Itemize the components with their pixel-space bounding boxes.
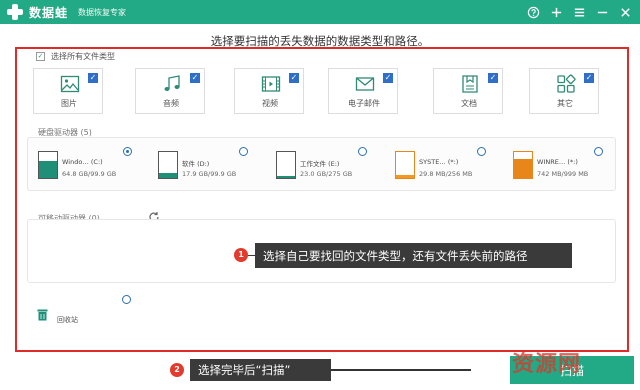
step-1-badge: 1 <box>234 248 248 262</box>
close-icon[interactable] <box>616 2 634 22</box>
drive-usage-fill <box>159 173 177 178</box>
drive-d[interactable]: 软件 (D:) 17.9 GB/99.9 GB <box>158 146 276 186</box>
drive-size: 17.9 GB/99.9 GB <box>182 170 237 178</box>
drive-system[interactable]: SYSTE… (*:) 29.8 MB/256 MB <box>395 146 513 186</box>
video-icon <box>261 76 281 92</box>
drive-icon <box>38 151 58 179</box>
drive-usage-fill <box>396 174 414 178</box>
other-icon <box>557 74 576 93</box>
type-label: 其它 <box>557 99 573 108</box>
title-bar: 数据蛙 数据恢复专家 <box>0 0 640 24</box>
checkbox-icon[interactable]: ✓ <box>88 73 98 83</box>
checkbox-icon: ✓ <box>36 52 45 61</box>
app-logo: 数据蛙 <box>6 3 68 21</box>
drive-name: SYSTE… (*:) <box>419 158 459 166</box>
type-card-document[interactable]: ✓ 文档 <box>433 68 503 114</box>
type-label: 视频 <box>262 99 278 108</box>
step-2-annotation: 选择完毕后“扫描” <box>190 359 331 381</box>
drive-usage-fill <box>277 175 295 178</box>
select-all-label: 选择所有文件类型 <box>51 52 115 61</box>
drive-name: Windo… (C:) <box>62 158 103 166</box>
drive-system-radio[interactable] <box>477 147 486 156</box>
type-card-image[interactable]: ✓ 图片 <box>33 68 103 114</box>
checkbox-icon[interactable]: ✓ <box>289 73 299 83</box>
app-name: 数据蛙 <box>29 5 69 20</box>
drive-size: 64.8 GB/99.9 GB <box>62 170 117 178</box>
email-icon <box>355 77 375 91</box>
type-label: 电子邮件 <box>348 99 380 108</box>
type-card-email[interactable]: ✓ 电子邮件 <box>328 68 398 114</box>
audio-icon <box>164 75 180 91</box>
checkbox-icon[interactable]: ✓ <box>190 73 200 83</box>
type-label: 音频 <box>163 99 179 108</box>
drive-icon <box>158 151 178 179</box>
step-2-badge: 2 <box>170 363 184 377</box>
minimize-icon[interactable] <box>593 2 611 22</box>
type-card-audio[interactable]: ✓ 音频 <box>135 68 205 114</box>
checkbox-icon[interactable]: ✓ <box>584 73 594 83</box>
recycle-bin-label: 回收站 <box>57 316 78 324</box>
type-label: 图片 <box>61 99 77 108</box>
window-controls <box>524 2 634 22</box>
drive-size: 23.0 GB/275 GB <box>300 170 353 178</box>
drive-icon <box>395 151 415 179</box>
drive-c-radio[interactable] <box>123 147 132 156</box>
recycle-bin-radio[interactable] <box>122 295 131 304</box>
type-card-other[interactable]: ✓ 其它 <box>529 68 599 114</box>
drive-d-radio[interactable] <box>239 147 248 156</box>
select-all-checkbox[interactable]: ✓ 选择所有文件类型 <box>36 51 115 62</box>
drive-usage-fill <box>39 161 57 178</box>
drive-icon <box>513 151 533 179</box>
checkbox-icon[interactable]: ✓ <box>383 73 393 83</box>
scan-button[interactable]: 扫描 <box>510 356 634 384</box>
document-icon <box>462 75 478 93</box>
type-card-video[interactable]: ✓ 视频 <box>234 68 304 114</box>
disk-panel: Windo… (C:) 64.8 GB/99.9 GB 软件 (D:) 17.9… <box>27 137 616 191</box>
drive-name: 工作文件 (E:) <box>300 160 340 168</box>
drive-name: WINRE… (*:) <box>537 158 578 166</box>
drive-icon <box>276 151 296 179</box>
logo-cross-icon <box>6 3 24 21</box>
app-subtitle: 数据恢复专家 <box>78 7 127 17</box>
recycle-bin-icon[interactable] <box>37 309 48 321</box>
drive-winre[interactable]: WINRE… (*:) 742 MB/999 MB <box>513 146 631 186</box>
type-label: 文档 <box>461 99 477 108</box>
step-1-annotation: 选择自己要找回的文件类型，还有文件丢失前的路径 <box>255 243 572 268</box>
image-icon <box>60 75 80 93</box>
file-type-list: ✓ 图片 ✓ 音频 ✓ 视频 ✓ 电子邮件 ✓ 文档 ✓ 其它 <box>33 68 613 114</box>
drive-usage-fill <box>514 158 532 178</box>
drive-winre-radio[interactable] <box>594 147 603 156</box>
plus-icon[interactable] <box>547 2 565 22</box>
drive-size: 29.8 MB/256 MB <box>419 170 473 178</box>
drive-e[interactable]: 工作文件 (E:) 23.0 GB/275 GB <box>276 146 394 186</box>
drive-name: 软件 (D:) <box>182 160 210 168</box>
drive-e-radio[interactable] <box>358 147 367 156</box>
help-icon[interactable] <box>524 2 542 22</box>
annotation-arrow <box>331 369 471 371</box>
menu-icon[interactable] <box>570 2 588 22</box>
checkbox-icon[interactable]: ✓ <box>488 73 498 83</box>
drive-size: 742 MB/999 MB <box>537 170 589 178</box>
drive-c[interactable]: Windo… (C:) 64.8 GB/99.9 GB <box>38 146 156 186</box>
